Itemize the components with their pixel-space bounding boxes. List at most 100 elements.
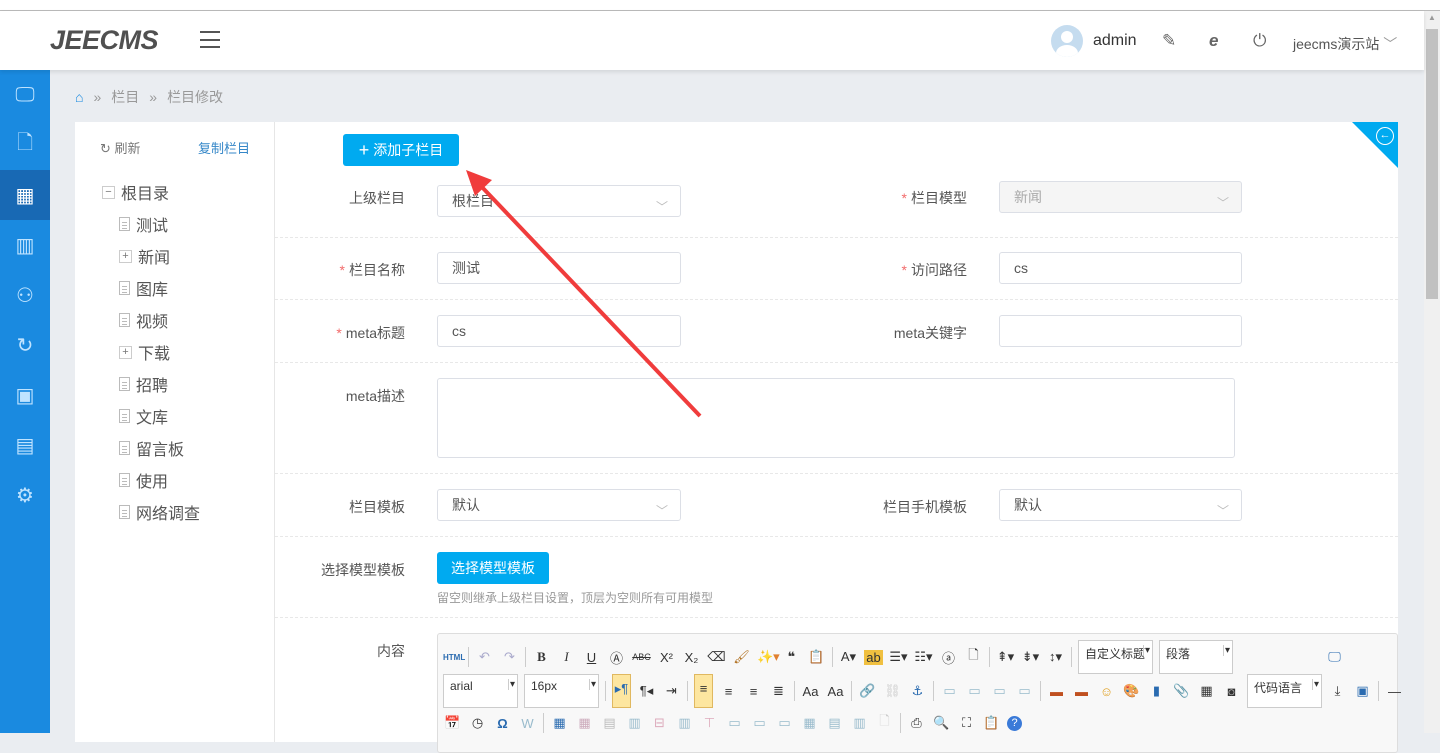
tree-node[interactable]: + 下载 [119,340,170,364]
menu-toggle-icon[interactable] [200,31,220,48]
file-icon[interactable]: 🗋 [0,120,50,170]
insert-row-icon[interactable]: ▥ [625,715,644,731]
ordered-list-icon[interactable]: ☰▾ [889,649,908,665]
back-icon[interactable]: ← [1376,127,1394,145]
tree-node[interactable]: 文库 [119,404,168,428]
clear-doc-icon[interactable]: 🗋 [964,646,983,668]
date-icon[interactable]: 📅 [443,715,462,731]
anchor-icon[interactable]: ⚓ [908,683,927,699]
tree-node[interactable]: + 新闻 [119,244,170,268]
multi-image-icon[interactable]: ▬ [1072,684,1091,699]
align-center-icon[interactable]: ≡ [719,684,738,699]
paragraph-select[interactable]: 段落 [1159,640,1233,674]
path-input[interactable]: cs [999,252,1242,284]
merge-right-icon[interactable]: ▭ [750,715,769,731]
parent-select[interactable]: 根栏目 ﹀ [437,185,681,217]
monitor-icon[interactable]: 🖵 [0,70,50,120]
attachment-icon[interactable]: 📎 [1172,683,1191,699]
add-child-category-button[interactable]: + 添加子栏目 [343,134,459,166]
collapse-icon[interactable]: − [102,185,115,199]
line-height-icon[interactable]: ↕▾ [1046,649,1065,665]
bold-icon[interactable]: B [532,649,551,665]
redo-icon[interactable]: ↷ [500,649,519,665]
sync-icon[interactable]: ↻ [0,320,50,370]
breadcrumb-item[interactable]: 栏目 [111,87,139,107]
user-icon[interactable]: ⚇ [0,270,50,320]
page-break-icon[interactable]: ⤓ [1328,683,1347,699]
image-right-icon[interactable]: ▭ [990,683,1009,699]
indent-icon[interactable]: ⇥ [662,683,681,699]
tree-node[interactable]: 留言板 [119,436,184,460]
underline-icon[interactable]: U [582,650,601,665]
help-icon[interactable]: ? [1007,715,1022,731]
special-chars-icon[interactable]: Ω [493,716,512,731]
merge-cells-icon[interactable]: ▭ [725,715,744,731]
scrollbar-thumb[interactable] [1426,29,1438,299]
image-center-icon[interactable]: ▭ [1015,683,1034,699]
copy-category-link[interactable]: 复制栏目 [198,138,250,157]
print-icon[interactable]: ⎙ [907,715,926,731]
scrollbar[interactable]: ▲ [1424,11,1440,733]
mobile-template-select[interactable]: 默认 ﹀ [999,489,1242,521]
blockquote-icon[interactable]: ❝ [782,649,801,665]
select-all-icon[interactable]: ⓐ [939,648,958,667]
insert-caption-icon[interactable]: ▤ [600,715,619,731]
scrawl-icon[interactable]: 🎨 [1122,683,1141,699]
gear-icon[interactable]: ⚙ [0,470,50,520]
chart-icon[interactable]: ▥ [0,220,50,270]
custom-heading-select[interactable]: 自定义标题 [1078,640,1153,674]
emoticon-icon[interactable]: ☺ [1097,684,1116,699]
tree-root[interactable]: − 根目录 [102,180,169,204]
rich-text-editor[interactable]: HTML ↶ ↷ B I U Ⓐ ABC X² X₂ ⌫ 🖌 ✨▾ ❝ 📋 A▾ … [437,633,1401,753]
username[interactable]: admin [1093,32,1137,50]
chart-icon[interactable]: 🗋 [875,712,894,734]
image-none-icon[interactable]: ▭ [940,683,959,699]
image-icon[interactable]: ▬ [1047,684,1066,699]
preview-icon[interactable]: 🔍 [932,715,951,731]
font-color-icon[interactable]: A▾ [839,649,858,665]
split-rows-icon[interactable]: ▤ [825,715,844,731]
link-icon[interactable]: 🔗 [858,683,877,699]
meta-desc-textarea[interactable] [437,378,1235,458]
justify-icon[interactable]: ≣ [769,683,788,699]
template-icon[interactable]: ▣ [1353,683,1372,699]
word-image-icon[interactable]: W [518,716,537,731]
delete-row-icon[interactable]: ⊟ [650,715,669,731]
paste-icon[interactable]: 📋 [982,715,1001,731]
box-icon[interactable]: ▣ [0,370,50,420]
split-cells-icon[interactable]: ▦ [800,715,819,731]
font-size-select[interactable]: 16px [524,674,599,708]
split-cols-icon[interactable]: ▥ [850,715,869,731]
subscript-icon[interactable]: X₂ [682,650,701,665]
template-select[interactable]: 默认 ﹀ [437,489,681,521]
image-left-icon[interactable]: ▭ [965,683,984,699]
ltr-icon[interactable]: ▸¶ [612,674,631,708]
eraser-icon[interactable]: ⌫ [707,649,726,665]
tree-node[interactable]: 招聘 [119,372,168,396]
format-brush-icon[interactable]: 🖌 [732,649,751,665]
merge-down-icon[interactable]: ▭ [775,715,794,731]
to-uppercase-icon[interactable]: Aa [801,684,820,699]
name-input[interactable]: 测试 [437,252,681,284]
iframe-icon[interactable]: ◙ [1222,684,1241,699]
video-icon[interactable]: ▮ [1147,683,1166,699]
paste-text-icon[interactable]: 📋 [807,649,826,665]
search-replace-icon[interactable]: ⛶ [957,715,976,731]
row-spacing-bottom-icon[interactable]: ⇟▾ [1021,649,1040,665]
superscript-icon[interactable]: X² [657,650,676,665]
tree-node[interactable]: 视频 [119,308,168,332]
italic-icon[interactable]: I [557,649,576,665]
html-source-button[interactable]: HTML [443,653,465,662]
undo-icon[interactable]: ↶ [475,649,494,665]
select-model-template-button[interactable]: 选择模型模板 [437,552,549,584]
tree-node[interactable]: 网络调查 [119,500,200,524]
tree-node[interactable]: 使用 [119,468,168,492]
power-icon[interactable]: ⏻ [1253,31,1266,51]
home-icon[interactable]: ⌂ [75,89,83,105]
scroll-up-icon[interactable]: ▲ [1428,13,1436,22]
time-icon[interactable]: ◷ [468,715,487,731]
tree-node[interactable]: 测试 [119,212,168,236]
font-border-icon[interactable]: Ⓐ [607,648,626,667]
horizontal-rule-icon[interactable]: — [1385,684,1404,699]
highlight-icon[interactable]: ab [864,649,883,665]
